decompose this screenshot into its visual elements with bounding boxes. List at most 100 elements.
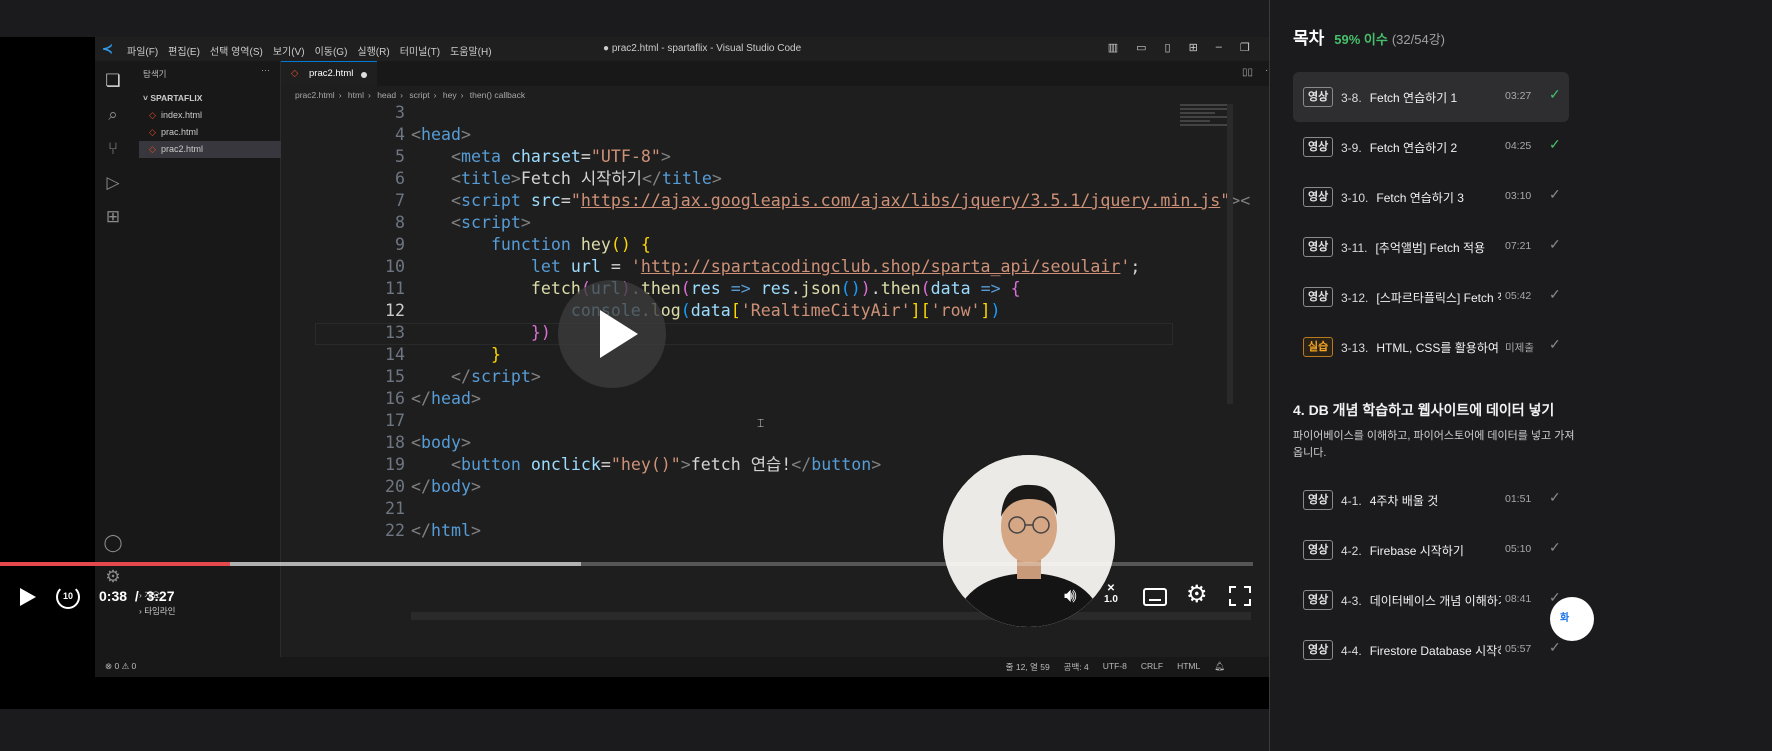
lesson-type-badge: 영상 — [1303, 287, 1334, 307]
lesson-number: 3-12. — [1341, 291, 1369, 305]
line-number: 20 — [385, 477, 405, 496]
lesson-type-badge: 영상 — [1303, 540, 1334, 560]
line-number: 7 — [395, 191, 405, 210]
volume-icon[interactable]: 🔊︎ — [1064, 586, 1077, 606]
lesson-duration: 07:21 — [1505, 240, 1532, 252]
line-number: 19 — [385, 455, 405, 474]
captions-icon[interactable] — [1143, 588, 1167, 606]
line-number: 14 — [385, 345, 405, 364]
lesson-duration: 08:41 — [1505, 593, 1532, 605]
lesson-item[interactable]: 영상 4-1. 4주차 배울 것 01:51 ✓ — [1293, 475, 1569, 525]
play-button[interactable] — [18, 587, 38, 607]
editor-tabs: ◇prac2.html ▯▯ ··· — [281, 61, 1285, 86]
lesson-name: 4주차 배울 것 — [1369, 494, 1439, 508]
explorer-icon: ❏ — [105, 71, 121, 90]
line-number: 15 — [385, 367, 405, 386]
lesson-item[interactable]: 영상 3-11. [추억앨범] Fetch 적용 07:21 ✓ — [1293, 222, 1569, 272]
check-icon: ✓ — [1549, 336, 1561, 352]
horizontal-scrollbar — [411, 612, 1251, 620]
breadcrumb: prac2.html › html › head › script › hey › the… — [295, 90, 526, 100]
mouse-cursor-icon: ⌶ — [757, 416, 765, 430]
code-line: let url = 'http://spartacodingclub.shop/… — [530, 257, 1141, 276]
line-number: 22 — [385, 521, 405, 540]
speed-label: 1.0 — [1104, 594, 1118, 605]
instructor-webcam — [943, 455, 1115, 627]
help-fab-button[interactable]: 화 — [1550, 597, 1594, 641]
lesson-type-badge: 영상 — [1303, 237, 1334, 257]
lesson-duration: 04:25 — [1505, 140, 1532, 152]
run-debug-icon: ▷ — [106, 173, 120, 192]
lesson-duration: 미제출 — [1505, 342, 1534, 354]
lesson-type-badge: 영상 — [1303, 87, 1334, 107]
explorer-sidebar: 탐색기 ··· ˅ SPARTAFLIX ◇ index.html ◇ prac.h… — [131, 61, 281, 677]
lesson-item[interactable]: 실습 3-13. HTML, CSS를 활용하여 화 미제출 ✓ — [1293, 322, 1569, 372]
check-icon: ✓ — [1549, 639, 1561, 655]
lesson-name: HTML, CSS를 활용하여 화 — [1376, 341, 1501, 355]
playback-speed-button[interactable]: ✕ 1.0 — [1104, 583, 1118, 605]
explorer-header: 탐색기 — [143, 69, 167, 79]
line-number: 21 — [385, 499, 405, 518]
completion-percent: 59% 이수 — [1334, 32, 1388, 47]
check-icon: ✓ — [1549, 186, 1561, 202]
check-icon: ✓ — [1549, 86, 1561, 102]
bell-icon: 🔔︎ — [1214, 661, 1225, 671]
eol-status: CRLF — [1140, 661, 1164, 671]
timeline-section: › 타임라인 — [139, 606, 176, 616]
lesson-item[interactable]: 영상 4-3. 데이터베이스 개념 이해하기 08:41 ✓ — [1293, 575, 1569, 625]
settings-gear-icon[interactable]: ⚙ — [1186, 583, 1208, 607]
lesson-number: 3-9. — [1341, 141, 1362, 155]
lesson-duration: 03:10 — [1505, 190, 1532, 202]
lesson-item[interactable]: 영상 3-9. Fetch 연습하기 2 04:25 ✓ — [1293, 122, 1569, 172]
lesson-item[interactable]: 영상 3-8. Fetch 연습하기 1 03:27 ✓ — [1293, 72, 1569, 122]
lesson-name: Firestore Database 시작하 — [1369, 644, 1501, 658]
video-frame[interactable]: ≺ 파일(F) 편집(E) 선택 영역(S) 보기(V) 이동(G) 실행(R)… — [0, 37, 1432, 709]
menu-item: 이동(G) — [314, 47, 348, 58]
check-icon: ✓ — [1549, 286, 1561, 302]
lesson-item[interactable]: 영상 3-10. Fetch 연습하기 3 03:10 ✓ — [1293, 172, 1569, 222]
search-icon: ⌕ — [108, 105, 118, 124]
lesson-type-badge: 영상 — [1303, 187, 1334, 207]
line-number: 8 — [395, 213, 405, 232]
menu-item: 선택 영역(S) — [209, 47, 263, 58]
section-title[interactable]: 4. DB 개념 학습하고 웹사이트에 데이터 넣기 — [1293, 400, 1554, 420]
fullscreen-icon[interactable] — [1229, 586, 1251, 606]
code-line: <body> — [411, 433, 471, 452]
lesson-type-badge: 영상 — [1303, 640, 1334, 660]
progress-bar[interactable] — [0, 562, 1253, 566]
check-icon: ✓ — [1549, 539, 1561, 555]
duration: 3:27 — [146, 588, 175, 604]
code-line: } — [490, 345, 501, 364]
lesson-item[interactable]: 영상 3-12. [스파르타플릭스] Fetch 적 05:42 ✓ — [1293, 272, 1569, 322]
cursor-position: 줄 12, 열 59 — [1005, 662, 1050, 672]
code-line: console.log(data['RealtimeCityAir']['row… — [571, 301, 1001, 320]
video-player[interactable]: ≺ 파일(F) 편집(E) 선택 영역(S) 보기(V) 이동(G) 실행(R)… — [0, 0, 1432, 751]
lesson-title: 4-4. Firestore Database 시작하 — [1341, 642, 1501, 659]
vertical-scrollbar — [1227, 104, 1233, 404]
lesson-type-badge: 영상 — [1303, 590, 1334, 610]
lesson-title: 4-2. Firebase 시작하기 — [1341, 542, 1501, 559]
lesson-title: 4-3. 데이터베이스 개념 이해하기 — [1341, 592, 1501, 609]
lesson-item[interactable]: 영상 4-2. Firebase 시작하기 05:10 ✓ — [1293, 525, 1569, 575]
rewind-10-button[interactable]: 10 — [56, 585, 80, 609]
layout-icon: ▭ — [1136, 42, 1147, 54]
status-right: 줄 12, 열 59 공백: 4 UTF-8 CRLF HTML 🔔︎ — [1006, 661, 1225, 673]
vscode-status-bar: ⊗ 0 ⚠ 0 줄 12, 열 59 공백: 4 UTF-8 CRLF HTML… — [95, 657, 1285, 677]
html-file-icon: ◇ — [149, 144, 156, 154]
line-number: 9 — [395, 235, 405, 254]
lesson-duration: 05:57 — [1505, 643, 1532, 655]
lesson-duration: 05:10 — [1505, 543, 1532, 555]
lesson-duration: 03:27 — [1505, 90, 1532, 102]
lesson-name: Firebase 시작하기 — [1369, 544, 1464, 558]
code-line: function hey() { — [490, 235, 651, 254]
activity-bar: ❏ ⌕ ⑂ ▷ ⊞ ◯ ⚙ — [95, 61, 131, 677]
vscode-titlebar: ≺ 파일(F) 편집(E) 선택 영역(S) 보기(V) 이동(G) 실행(R)… — [95, 37, 1285, 61]
lesson-item[interactable]: 영상 4-4. Firestore Database 시작하 05:57 ✓ — [1293, 625, 1569, 675]
lesson-title: 3-12. [스파르타플릭스] Fetch 적 — [1341, 289, 1501, 306]
lesson-number: 4-2. — [1341, 544, 1362, 558]
lesson-title: 4-1. 4주차 배울 것 — [1341, 492, 1501, 509]
line-number: 4 — [395, 125, 405, 144]
lesson-number: 4-3. — [1341, 594, 1362, 608]
completion-count: (32/54강) — [1391, 32, 1445, 47]
minimize-icon: – — [1215, 41, 1222, 53]
big-play-button[interactable] — [558, 280, 666, 388]
